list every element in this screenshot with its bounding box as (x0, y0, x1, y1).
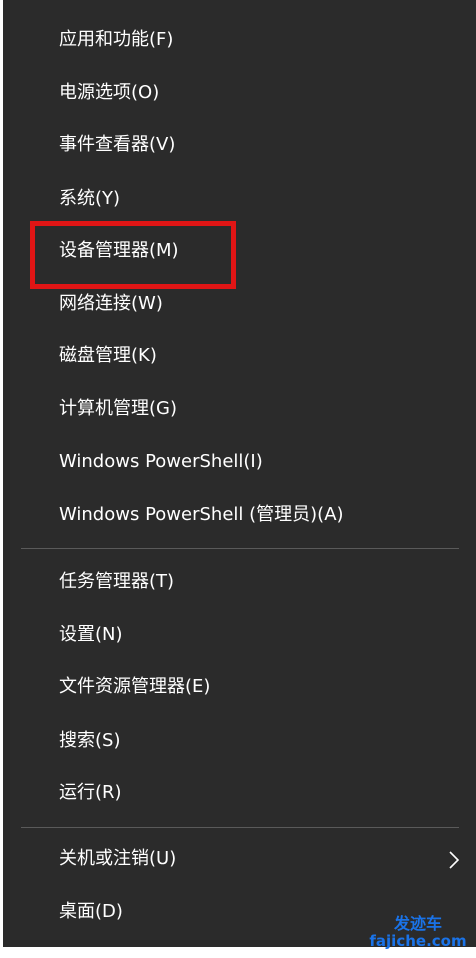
menu-item-label: 计算机管理(G) (59, 398, 177, 419)
menu-item-label: 系统(Y) (59, 188, 121, 209)
menu-separator (21, 548, 459, 549)
menu-item-shut-down-or-sign-out[interactable]: 关机或注销(U) (3, 834, 476, 886)
menu-item-label: 搜索(S) (59, 730, 121, 751)
menu-item-apps-and-features[interactable]: 应用和功能(F) (3, 15, 476, 67)
menu-item-disk-management[interactable]: 磁盘管理(K) (3, 331, 476, 383)
menu-item-device-manager[interactable]: 设备管理器(M) (3, 226, 476, 278)
menu-item-network-connections[interactable]: 网络连接(W) (3, 279, 476, 331)
chevron-right-icon (449, 851, 460, 869)
menu-item-power-options[interactable]: 电源选项(O) (3, 68, 476, 120)
menu-item-desktop[interactable]: 桌面(D) (3, 887, 476, 939)
menu-item-event-viewer[interactable]: 事件查看器(V) (3, 120, 476, 172)
menu-item-label: 网络连接(W) (59, 293, 163, 314)
menu-item-task-manager[interactable]: 任务管理器(T) (3, 557, 476, 609)
menu-item-label: 运行(R) (59, 782, 122, 803)
menu-item-windows-powershell[interactable]: Windows PowerShell(I) (3, 437, 476, 489)
menu-item-label: 桌面(D) (59, 901, 123, 922)
menu-separator (21, 827, 459, 828)
menu-item-search[interactable]: 搜索(S) (3, 716, 476, 768)
menu-item-run[interactable]: 运行(R) (3, 768, 476, 820)
menu-item-label: Windows PowerShell (管理员)(A) (59, 504, 344, 525)
menu-item-label: 电源选项(O) (59, 82, 160, 103)
menu-item-label: 磁盘管理(K) (59, 345, 157, 366)
menu-item-computer-management[interactable]: 计算机管理(G) (3, 384, 476, 436)
context-menu: 应用和功能(F) 电源选项(O) 事件查看器(V) 系统(Y) 设备管理器(M)… (3, 0, 476, 947)
menu-item-label: 任务管理器(T) (59, 571, 175, 592)
menu-item-label: 文件资源管理器(E) (59, 676, 211, 697)
menu-item-system[interactable]: 系统(Y) (3, 174, 476, 226)
menu-item-label: Windows PowerShell(I) (59, 451, 263, 472)
menu-item-settings[interactable]: 设置(N) (3, 610, 476, 662)
menu-item-file-explorer[interactable]: 文件资源管理器(E) (3, 662, 476, 714)
menu-item-label: 事件查看器(V) (59, 134, 176, 155)
menu-item-label: 关机或注销(U) (59, 848, 177, 869)
menu-item-label: 设备管理器(M) (59, 240, 179, 261)
menu-item-windows-powershell-admin[interactable]: Windows PowerShell (管理员)(A) (3, 490, 476, 542)
menu-item-label: 设置(N) (59, 624, 123, 645)
menu-item-label: 应用和功能(F) (59, 29, 174, 50)
